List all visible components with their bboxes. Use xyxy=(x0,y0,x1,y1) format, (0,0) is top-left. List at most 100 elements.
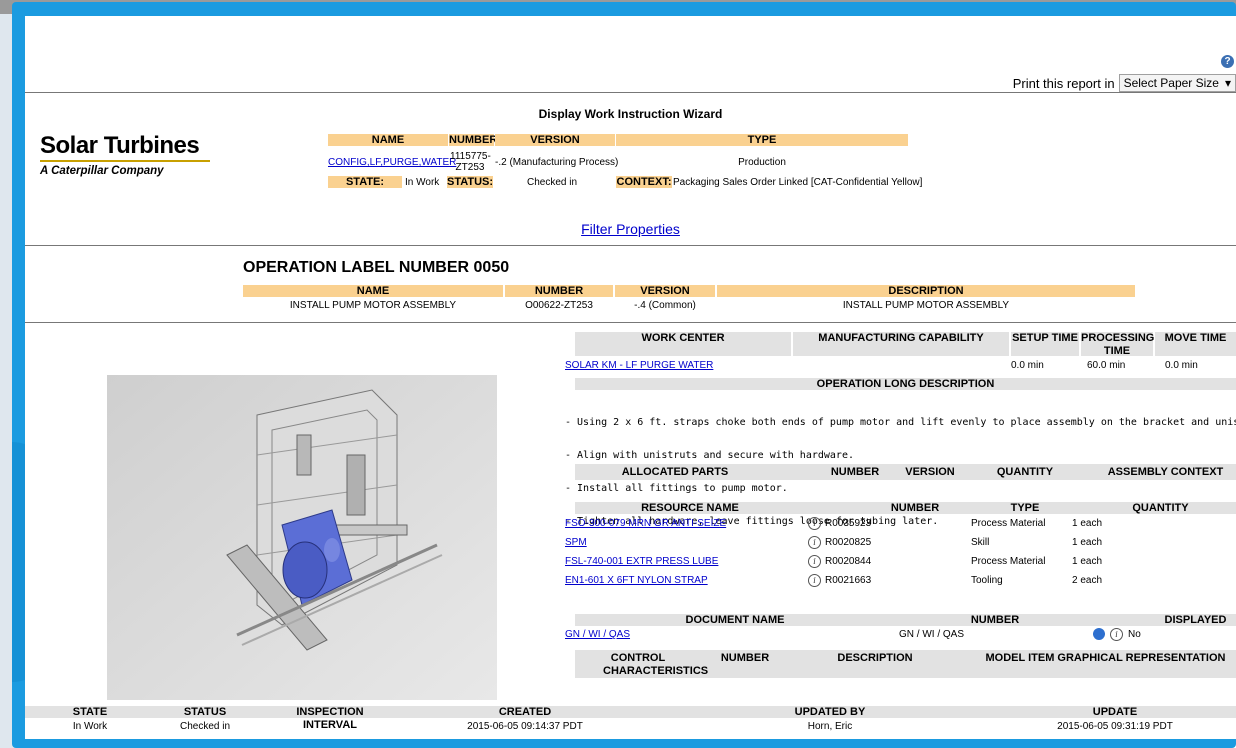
wizard-name-link[interactable]: CONFIG,LF,PURGE,WATER xyxy=(328,157,456,168)
divider xyxy=(25,92,1236,93)
wizard-status: Checked in xyxy=(527,177,578,188)
resource-number: R0035923 xyxy=(825,518,872,529)
resource-quantity: 1 each xyxy=(1072,556,1103,567)
operation-title: OPERATION LABEL NUMBER 0050 xyxy=(243,259,510,276)
paper-size-select[interactable]: Select Paper Size ▾ xyxy=(1118,74,1236,92)
footer-header-update: UPDATE xyxy=(1092,706,1138,718)
op-header-name: NAME xyxy=(243,285,503,297)
allocated-header-context: ASSEMBLY CONTEXT xyxy=(1107,466,1224,478)
footer-header-created: CREATED xyxy=(498,706,552,718)
move-time: 0.0 min xyxy=(1165,360,1198,371)
wc-header-work-center: WORK CENTER xyxy=(641,332,725,344)
wizard-type: Production xyxy=(738,157,786,168)
logo-tagline: A Caterpillar Company xyxy=(40,165,164,177)
wizard-version: -.2 (Manufacturing Process) xyxy=(495,157,619,168)
print-options: Print this report in Select Paper Size ▾ xyxy=(1013,74,1236,92)
info-icon[interactable]: i xyxy=(808,536,821,549)
wc-header-processing: PROCESSING TIME xyxy=(1081,332,1155,357)
paper-size-value: Select Paper Size xyxy=(1123,76,1219,90)
op-header-description: DESCRIPTION xyxy=(717,285,1135,297)
resource-number: R0020844 xyxy=(825,556,872,567)
op-description: INSTALL PUMP MOTOR ASSEMBLY xyxy=(842,300,1010,311)
setup-time: 0.0 min xyxy=(1011,360,1044,371)
op-header-version: VERSION xyxy=(615,285,715,297)
resource-header-type: TYPE xyxy=(1010,502,1040,514)
processing-time: 60.0 min xyxy=(1087,360,1126,371)
long-desc-line: - Install all fittings to pump motor. xyxy=(565,483,788,494)
wizard-number: 1115775-ZT253 xyxy=(450,151,491,173)
wizard-context: Packaging Sales Order Linked [CAT-Confid… xyxy=(673,177,923,188)
context-label: CONTEXT: xyxy=(616,176,672,188)
logo-wordmark: Solar Turbines xyxy=(40,132,200,159)
allocated-header-version: VERSION xyxy=(905,466,955,478)
resource-name-link[interactable]: SPM xyxy=(565,537,587,548)
wc-header-move: MOVE TIME xyxy=(1164,332,1227,344)
control-header-description: DESCRIPTION xyxy=(837,652,913,664)
resource-quantity: 1 each xyxy=(1072,537,1103,548)
wc-header-capability: MANUFACTURING CAPABILITY xyxy=(818,332,984,344)
footer-header-updated-by: UPDATED BY xyxy=(794,706,866,718)
resource-header-number: NUMBER xyxy=(890,502,940,514)
resource-header-name: RESOURCE NAME xyxy=(641,502,739,514)
status-label: STATUS: xyxy=(447,176,494,188)
document-name-link[interactable]: GN / WI / QAS xyxy=(565,629,630,640)
wc-header-setup: SETUP TIME xyxy=(1012,332,1078,344)
resource-number: R0021663 xyxy=(825,575,872,586)
wizard-header-type: TYPE xyxy=(616,134,908,146)
wizard-state: In Work xyxy=(405,177,440,188)
report-panel: ? Print this report in Select Paper Size… xyxy=(25,16,1236,739)
divider xyxy=(25,322,1236,323)
control-header-number: NUMBER xyxy=(720,652,770,664)
work-center-link[interactable]: SOLAR KM - LF PURGE WATER xyxy=(565,360,713,371)
allocated-header-parts: ALLOCATED PARTS xyxy=(621,466,729,478)
info-icon[interactable]: i xyxy=(808,517,821,530)
document-displayed: No xyxy=(1128,629,1141,640)
resource-quantity: 1 each xyxy=(1072,518,1103,529)
footer-updated-by: Horn, Eric xyxy=(807,721,853,732)
assembly-image xyxy=(107,375,497,700)
document-header-name: DOCUMENT NAME xyxy=(685,614,785,626)
allocated-header-number: NUMBER xyxy=(830,466,880,478)
chevron-down-icon: ▾ xyxy=(1224,76,1231,90)
filter-properties-link[interactable]: Filter Properties xyxy=(25,221,1236,237)
footer-header-interval: INSPECTION INTERVAL xyxy=(296,706,364,731)
op-number: O00622-ZT253 xyxy=(525,300,593,311)
footer-created: 2015-06-05 09:14:37 PDT xyxy=(467,721,583,732)
wizard-header-name: NAME xyxy=(328,134,448,146)
allocated-header-quantity: QUANTITY xyxy=(996,466,1054,478)
wizard-header-version: VERSION xyxy=(495,134,615,146)
footer-header-state: STATE xyxy=(72,706,108,718)
wizard-title: Display Work Instruction Wizard xyxy=(538,107,723,121)
resource-type: Process Material xyxy=(971,556,1046,567)
document-number: GN / WI / QAS xyxy=(899,629,965,640)
wizard-header-number: NUMBER xyxy=(449,134,498,146)
company-logo: Solar Turbines A Caterpillar Company xyxy=(40,133,210,177)
info-icon[interactable]: i xyxy=(1110,628,1123,641)
long-desc-line: - Using 2 x 6 ft. straps choke both ends… xyxy=(565,417,1236,428)
state-label: STATE: xyxy=(328,176,402,188)
info-icon[interactable]: i xyxy=(808,555,821,568)
op-name: INSTALL PUMP MOTOR ASSEMBLY xyxy=(289,300,457,311)
document-header-number: NUMBER xyxy=(970,614,1020,626)
print-label: Print this report in xyxy=(1012,75,1115,91)
globe-icon[interactable] xyxy=(1093,628,1105,643)
op-version: -.4 (Common) xyxy=(634,300,696,311)
resource-type: Tooling xyxy=(971,575,1003,586)
help-icon[interactable]: ? xyxy=(1221,55,1234,68)
long-desc-line: - Align with unistruts and secure with h… xyxy=(565,450,854,461)
resource-header-quantity: QUANTITY xyxy=(1132,502,1189,514)
resource-name-link[interactable]: FSL-740-001 EXTR PRESS LUBE xyxy=(565,556,718,567)
resource-name-link[interactable]: FSO-300-079 MRN GR ANTI-SEIZE xyxy=(565,518,726,529)
footer-update: 2015-06-05 09:31:19 PDT xyxy=(1057,721,1173,732)
resource-type: Process Material xyxy=(971,518,1046,529)
resource-number: R0020825 xyxy=(825,537,872,548)
resource-name-link[interactable]: EN1-601 X 6FT NYLON STRAP xyxy=(565,575,708,586)
info-icon[interactable]: i xyxy=(808,574,821,587)
resource-quantity: 2 each xyxy=(1072,575,1103,586)
footer-header-status: STATUS xyxy=(183,706,227,718)
long-desc-header: OPERATION LONG DESCRIPTION xyxy=(816,378,995,390)
op-header-number: NUMBER xyxy=(505,285,613,297)
resource-type: Skill xyxy=(971,537,990,548)
footer-status: Checked in xyxy=(179,721,231,732)
footer-state: In Work xyxy=(72,721,108,732)
